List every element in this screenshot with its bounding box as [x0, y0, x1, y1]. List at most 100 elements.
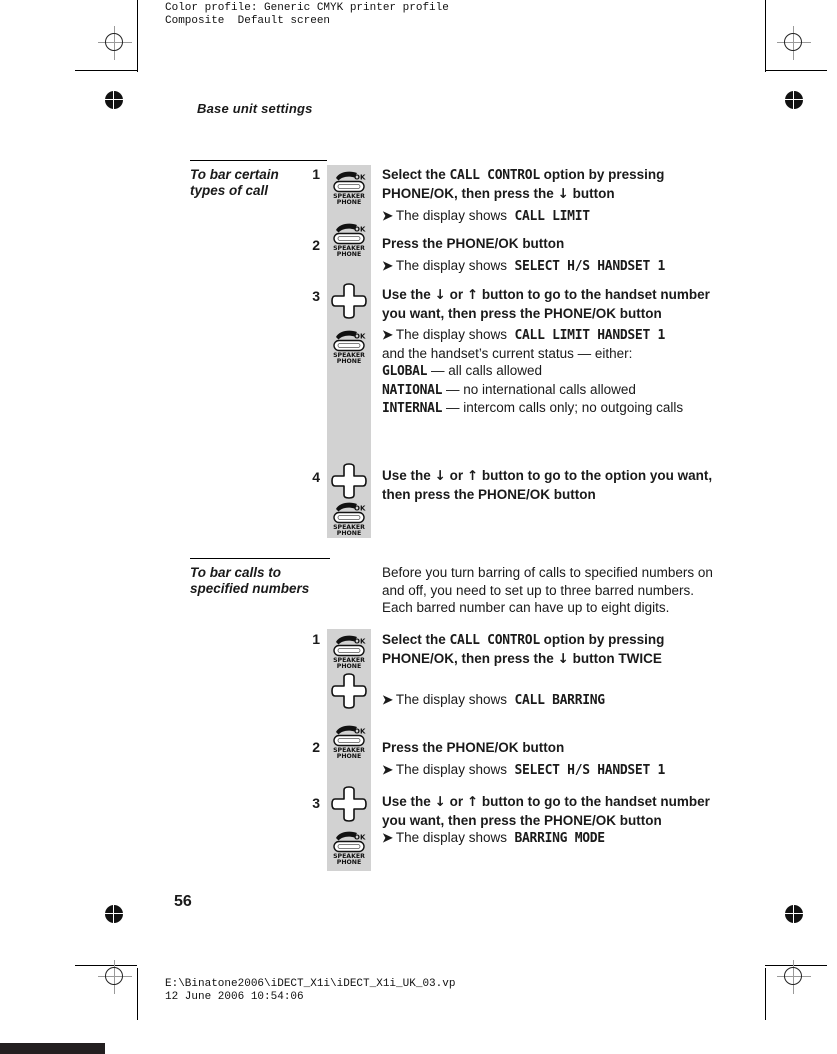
svg-text:PHONE: PHONE [337, 859, 361, 866]
phone-ok-button-icon: OK SPEAKER PHONE [327, 721, 371, 761]
status-row: INTERNAL — intercom calls only; no outgo… [382, 399, 732, 418]
running-head: Base unit settings [197, 101, 313, 116]
result-label: The display shows [395, 257, 507, 273]
registration-ring [784, 967, 802, 985]
step-number: 1 [312, 166, 320, 182]
page-frame-line-left-bottom [137, 968, 138, 1020]
solid-registration-dot [785, 91, 803, 109]
result-arrow-icon: ➤ [382, 208, 393, 223]
page-frame-line-right-top [765, 0, 766, 72]
svg-text:OK: OK [354, 834, 366, 842]
solid-registration-crosshair-horizontal [103, 913, 125, 914]
section-body: To bar calls to specified numbers Before… [190, 559, 730, 874]
registration-ring [784, 33, 802, 51]
status-value: INTERNAL [382, 401, 443, 416]
phone-ok-button-icon: OK SPEAKER PHONE [327, 219, 371, 259]
display-value: SELECT H/S HANDSET 1 [514, 762, 666, 778]
result-arrow-icon: ➤ [382, 692, 393, 707]
prepress-header-line1: Color profile: Generic CMYK printer prof… [165, 2, 449, 14]
phone-ok-button-icon: OK SPEAKER PHONE [327, 326, 371, 366]
navigation-cross-button-icon [327, 281, 371, 325]
status-intro: and the handset’s current status — eithe… [382, 345, 633, 361]
solid-registration-crosshair-vertical [793, 89, 794, 111]
step-instruction: Select the CALL CONTROL option by pressi… [382, 167, 665, 202]
step-instruction: Use the ↓ or ↑ button to go to the optio… [382, 468, 713, 502]
prepress-footer-line2: 12 June 2006 10:54:06 [165, 991, 304, 1003]
prepress-header: Color profile: Generic CMYK printer prof… [165, 2, 449, 28]
result-label: The display shows [395, 830, 507, 845]
solid-registration-dot [105, 905, 123, 923]
result-label: The display shows [395, 327, 507, 342]
solid-registration-mark-bottom-right [783, 903, 805, 925]
registration-ring [105, 33, 123, 51]
registration-ring [105, 967, 123, 985]
step-instruction: Select the CALL CONTROL option by pressi… [382, 632, 665, 667]
svg-text:PHONE: PHONE [337, 199, 361, 206]
page-frame-line-right-bottom [765, 968, 766, 1020]
result-arrow-icon: ➤ [382, 257, 393, 273]
svg-text:PHONE: PHONE [337, 530, 361, 537]
step-number: 3 [312, 288, 320, 304]
registration-mark-top-right [777, 26, 811, 60]
phone-ok-button-icon: OK SPEAKER PHONE [327, 167, 371, 207]
solid-registration-crosshair-horizontal [783, 99, 805, 100]
svg-text:OK: OK [354, 638, 366, 646]
step-number: 2 [312, 237, 320, 253]
solid-registration-crosshair-vertical [113, 89, 114, 111]
solid-registration-dot [105, 91, 123, 109]
result-arrow-icon: ➤ [382, 830, 393, 845]
step-text: Select the CALL CONTROL option by pressi… [382, 631, 732, 710]
phone-ok-button-icon: OK SPEAKER PHONE [327, 631, 371, 671]
step-text: Press the PHONE/OK button ➤ The display s… [382, 739, 732, 779]
solid-registration-crosshair-horizontal [103, 99, 125, 100]
prepress-footer-line1: E:\Binatone2006\iDECT_X1i\iDECT_X1i_UK_0… [165, 978, 456, 990]
section-label: To bar calls to specified numbers [190, 565, 310, 596]
solid-registration-crosshair-horizontal [783, 913, 805, 914]
navigation-cross-button-icon [327, 784, 371, 828]
result-label: The display shows [395, 692, 507, 707]
svg-text:PHONE: PHONE [337, 251, 361, 258]
step-result: ➤ The display shows CALL LIMIT HANDSET 1 [382, 326, 732, 345]
phone-ok-button-icon: OK SPEAKER PHONE [327, 498, 371, 538]
page-number: 56 [174, 893, 192, 910]
section-bar-calls-to-specified-numbers: To bar calls to specified numbers Before… [190, 558, 730, 874]
prepress-footer: E:\Binatone2006\iDECT_X1i\iDECT_X1i_UK_0… [165, 978, 455, 1004]
step-instruction: Use the ↓ or ↑ button to go to the hands… [382, 287, 710, 321]
crop-mark-top-right [765, 70, 827, 71]
status-desc: — intercom calls only; no outgoing calls [445, 400, 684, 415]
step-instruction: Use the ↓ or ↑ button to go to the hands… [382, 794, 710, 828]
step-number: 3 [312, 795, 320, 811]
result-label: The display shows [395, 208, 507, 223]
result-label: The display shows [395, 761, 507, 777]
step-result: ➤ The display shows CALL BARRING [382, 691, 732, 710]
status-value: GLOBAL [382, 364, 428, 379]
navigation-cross-button-icon [327, 671, 371, 715]
step-result: ➤ The display shows SELECT H/S HANDSET 1 [382, 257, 732, 276]
step-text: Use the ↓ or ↑ button to go to the optio… [382, 467, 732, 503]
step-result: ➤ The display shows CALL LIMIT [382, 207, 732, 226]
step-number: 2 [312, 739, 320, 755]
registration-mark-top-left [98, 26, 132, 60]
page-frame-line-left-top [137, 0, 138, 72]
svg-text:OK: OK [354, 174, 366, 182]
svg-text:OK: OK [354, 226, 366, 234]
svg-text:OK: OK [354, 728, 366, 736]
section-body: To bar certain types of call 1 OK SPEAKE… [190, 161, 730, 541]
step-text: Select the CALL CONTROL option by pressi… [382, 166, 732, 226]
step-text: Press the PHONE/OK button ➤ The display s… [382, 235, 732, 275]
display-value: CALL BARRING [514, 693, 605, 708]
svg-text:PHONE: PHONE [337, 358, 361, 365]
section-label: To bar certain types of call [190, 167, 279, 198]
step-number: 1 [312, 631, 320, 647]
step-text: Use the ↓ or ↑ button to go to the hands… [382, 793, 732, 848]
status-row: GLOBAL — all calls allowed [382, 362, 732, 381]
solid-registration-crosshair-vertical [113, 903, 114, 925]
result-arrow-icon: ➤ [382, 327, 393, 342]
color-calibration-bar [0, 1043, 105, 1054]
solid-registration-mark-bottom-left [103, 903, 125, 925]
result-arrow-icon: ➤ [382, 761, 393, 777]
solid-registration-mark-top-left [103, 89, 125, 111]
section-bar-certain-types: To bar certain types of call 1 OK SPEAKE… [190, 160, 730, 541]
step-number: 4 [312, 469, 320, 485]
display-value: CALL LIMIT [514, 209, 590, 224]
